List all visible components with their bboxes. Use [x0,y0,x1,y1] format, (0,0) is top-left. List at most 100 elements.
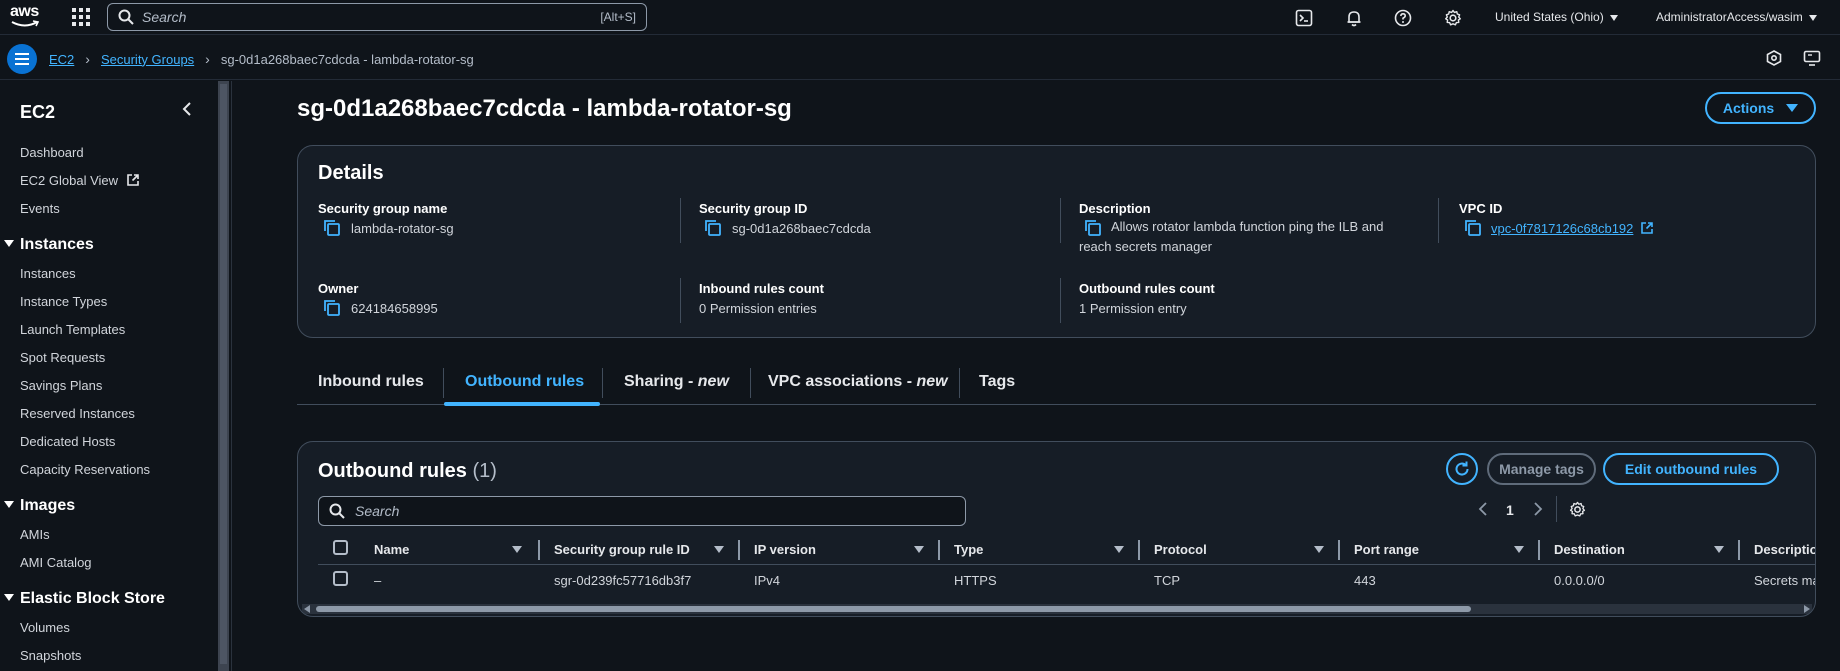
inbound-count-label: Inbound rules count [699,281,824,296]
cloudshell-icon[interactable] [1294,8,1314,28]
tab-label: Outbound rules [465,373,585,390]
column-resizer[interactable] [1138,540,1140,560]
sidebar-item-dashboard[interactable]: Dashboard [20,145,84,160]
tab-vpc-associations[interactable]: VPC associations - new [768,373,948,391]
column-header-name[interactable]: Name [374,542,409,557]
scroll-right-icon[interactable] [1804,605,1810,613]
refresh-button[interactable] [1446,453,1478,485]
select-all-checkbox[interactable] [333,540,348,555]
manage-tags-button[interactable]: Manage tags [1487,453,1596,485]
edit-outbound-rules-button[interactable]: Edit outbound rules [1603,453,1779,485]
sort-icon[interactable] [1714,546,1724,553]
cell-type: HTTPS [954,573,997,588]
help-icon[interactable] [1393,8,1413,28]
tab-separator [443,368,444,398]
sort-icon[interactable] [914,546,924,553]
copy-icon[interactable] [1464,219,1482,237]
sort-icon[interactable] [1314,546,1324,553]
scrollbar-thumb[interactable] [316,606,1471,612]
settings-gear-icon[interactable] [1443,8,1463,28]
collapse-sidebar-icon[interactable] [180,101,194,120]
side-nav-toggle-button[interactable] [7,44,37,74]
sidebar-item-instance-types[interactable]: Instance Types [20,294,107,309]
region-selector[interactable]: United States (Ohio) [1495,10,1618,24]
scrollbar-thumb[interactable] [220,84,227,664]
breadcrumb-ec2[interactable]: EC2 [49,52,74,67]
sidebar-item-events[interactable]: Events [20,201,60,216]
outbound-count-label: Outbound rules count [1079,281,1215,296]
previous-page-icon[interactable] [1478,502,1488,516]
manage-tags-label: Manage tags [1499,461,1584,477]
sort-icon[interactable] [512,546,522,553]
column-header-type[interactable]: Type [954,542,983,557]
sort-icon[interactable] [1114,546,1124,553]
feedback-icon[interactable] [1764,48,1784,68]
sidebar-section-images[interactable]: Images [4,497,75,515]
column-resizer[interactable] [1538,540,1540,560]
sidebar-item-capacity-reservations[interactable]: Capacity Reservations [20,462,150,477]
global-search[interactable]: [Alt+S] [107,3,647,31]
tab-sharing[interactable]: Sharing - new [624,373,729,391]
column-resizer[interactable] [938,540,940,560]
sidebar-item-dedicated-hosts[interactable]: Dedicated Hosts [20,434,115,449]
vpc-id-value[interactable]: vpc-0f7817126c68cb192 [1491,221,1633,236]
table-horizontal-scrollbar[interactable] [302,604,1812,614]
scroll-left-icon[interactable] [304,605,310,613]
column-header-destination[interactable]: Destination [1554,542,1625,557]
vpc-id-link[interactable]: vpc-0f7817126c68cb192 [1491,221,1654,236]
page-number[interactable]: 1 [1506,502,1514,518]
column-resizer[interactable] [738,540,740,560]
tab-outbound-rules[interactable]: Outbound rules [465,373,584,391]
column-resizer[interactable] [1738,540,1740,560]
outbound-rules-heading: Outbound rules (1) [318,460,497,483]
global-search-input[interactable] [142,6,542,28]
tab-label: VPC associations - [768,373,917,390]
copy-icon[interactable] [323,219,341,237]
rules-search-input[interactable] [355,500,855,522]
column-resizer[interactable] [1338,540,1340,560]
sidebar-item-spot-requests[interactable]: Spot Requests [20,350,105,365]
column-divider [680,198,681,243]
column-header-port-range[interactable]: Port range [1354,542,1419,557]
sidebar-item-global-view[interactable]: EC2 Global View [20,173,140,188]
owner-label: Owner [318,281,359,296]
sidebar-scrollbar[interactable] [218,81,229,671]
tab-tags[interactable]: Tags [979,373,1015,391]
notifications-bell-icon[interactable] [1344,8,1364,28]
sidebar-item-volumes[interactable]: Volumes [20,620,70,635]
breadcrumb-security-groups[interactable]: Security Groups [101,52,194,67]
sidebar-item-ami-catalog[interactable]: AMI Catalog [20,555,92,570]
preferences-gear-icon[interactable] [1569,501,1586,518]
column-header-rule-id[interactable]: Security group rule ID [554,542,690,557]
aws-logo[interactable]: aws [10,4,42,30]
copy-icon[interactable] [323,299,341,317]
services-grid-icon[interactable] [72,8,90,26]
rules-filter[interactable] [318,496,966,526]
outbound-count-value: 1 Permission entry [1079,301,1187,316]
sidebar-section-instances[interactable]: Instances [4,236,94,254]
column-header-ip-version[interactable]: IP version [754,542,816,557]
tools-panel-icon[interactable] [1802,48,1822,68]
column-header-description[interactable]: Description [1754,542,1815,557]
column-resizer[interactable] [538,540,540,560]
cell-rule-id: sgr-0d239fc57716db3f7 [554,573,692,588]
next-page-icon[interactable] [1533,502,1543,516]
account-menu[interactable]: AdministratorAccess/wasim [1656,10,1817,24]
copy-icon[interactable] [704,219,722,237]
sidebar-item-snapshots[interactable]: Snapshots [20,648,81,663]
sort-icon[interactable] [714,546,724,553]
header-divider [318,564,1815,565]
actions-button[interactable]: Actions [1705,92,1816,124]
sidebar-item-amis[interactable]: AMIs [20,527,50,542]
tab-label: Sharing - [624,373,698,390]
column-header-protocol[interactable]: Protocol [1154,542,1207,557]
sidebar-item-instances[interactable]: Instances [20,266,76,281]
sidebar-item-launch-templates[interactable]: Launch Templates [20,322,125,337]
sidebar-item-reserved-instances[interactable]: Reserved Instances [20,406,135,421]
tab-inbound-rules[interactable]: Inbound rules [318,373,424,391]
sort-icon[interactable] [1514,546,1524,553]
row-checkbox[interactable] [333,571,348,586]
caret-down-icon [4,501,14,508]
sidebar-section-ebs[interactable]: Elastic Block Store [4,590,165,608]
sidebar-item-savings-plans[interactable]: Savings Plans [20,378,102,393]
